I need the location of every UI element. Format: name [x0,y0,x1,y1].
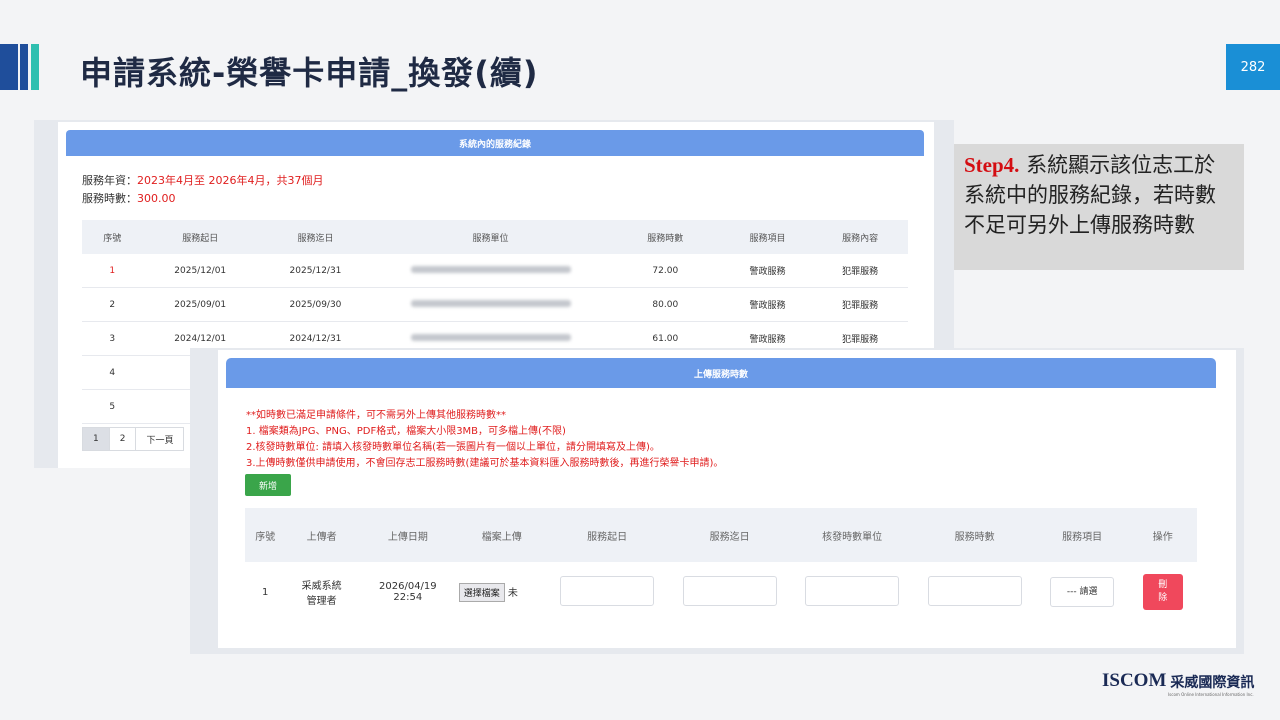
column-header: 服務單位 [373,220,609,254]
slide-title: 申請系統-榮譽卡申請_換發(續) [80,54,539,92]
service-years-value: 2023年4月至 2026年4月，共37個月 [137,174,324,187]
column-header: 服務迄日 [257,220,374,254]
service-years: 服務年資：2023年4月至 2026年4月，共37個月 [82,172,323,188]
cell-no: 2 [82,287,143,322]
column-header: 序號 [82,220,143,254]
pagination: 1 2 下一頁 [82,427,185,451]
page-number: 282 [1226,44,1280,90]
service-hours-input[interactable] [927,575,1022,606]
column-header: 服務迄日 [668,508,791,562]
cell-end: 2025/09/30 [257,287,374,322]
cell-no: 1 [262,586,269,598]
logo-name: 采威國際資訊 [1170,675,1255,691]
file-status: 未 [507,587,518,599]
upload-date: 2026/04/19 [379,581,437,592]
cell-end: 2025/12/31 [257,254,374,288]
column-header: 上傳者 [285,508,358,562]
add-button[interactable]: 新增 [245,474,291,496]
cell-content: 犯罪服務 [812,254,908,288]
issuing-unit-input[interactable] [805,575,900,606]
step-callout: Step4. 系統顯示該位志工於系統中的服務紀錄，若時數不足可另外上傳服務時數 [954,144,1244,270]
panel-header: 系統內的服務紀錄 [66,130,924,156]
choose-file-button[interactable]: 選擇檔案 [458,582,505,602]
service-hours-value: 300.00 [137,192,176,205]
table-header-row: 序號 上傳者 上傳日期 檔案上傳 服務起日 服務迄日 核發時數單位 服務時數 服… [245,508,1197,562]
upload-note: **如時數已滿足申請條件，可不需另外上傳其他服務時數** [246,410,506,421]
upload-note: 1. 檔案類為JPG、PNG、PDF格式，檔案大小限3MB，可多檔上傳(不限) [246,426,566,437]
column-header: 操作 [1128,508,1197,562]
cell-hours: 72.00 [608,254,723,288]
service-years-label: 服務年資： [82,174,137,187]
column-header: 檔案上傳 [457,508,546,562]
service-start-input[interactable] [560,575,655,606]
upload-time: 22:54 [393,592,423,603]
cell-no: 5 [82,389,143,424]
company-logo: ISCOM 采威國際資訊 Iscom Online International … [1102,670,1255,697]
column-header: 服務項目 [722,220,813,254]
blurred-text [410,333,571,341]
upload-hours-screenshot: 上傳服務時數 **如時數已滿足申請條件，可不需另外上傳其他服務時數** 1. 檔… [190,348,1244,654]
cell-no: 3 [82,321,143,356]
column-header: 服務起日 [545,508,669,562]
cell-content: 犯罪服務 [812,287,908,322]
header-accent-bar [31,44,39,90]
step-label: Step4. [964,153,1020,177]
upload-note: 3.上傳時數僅供申請使用，不會回存志工服務時數(建議可於基本資料匯入服務時數後，… [246,458,724,469]
table-row: 2 2025/09/01 2025/09/30 80.00 警政服務 犯罪服務 [82,287,908,322]
page-button[interactable]: 1 [82,427,110,451]
column-header: 服務項目 [1035,508,1129,562]
service-hours-label: 服務時數： [82,192,137,205]
blurred-text [410,265,571,273]
cell-no: 1 [82,254,143,288]
cell-date: 2026/04/19 22:54 [358,562,458,622]
panel-header: 上傳服務時數 [226,358,1216,388]
service-item-select[interactable]: --- 請選 [1050,577,1115,607]
delete-label: 刪除 [1158,580,1168,603]
header-accent-bar [0,44,18,90]
cell-start: 2025/12/01 [142,254,258,288]
uploader-line: 管理者 [306,596,337,607]
cell-no: 4 [82,355,143,390]
table-row: 1 采威系統 管理者 2026/04/19 22:54 選擇檔案 未 --- 請… [245,562,1197,622]
header-accent-bar [20,44,28,90]
column-header: 服務起日 [142,220,258,254]
delete-button[interactable]: 刪除 [1142,574,1183,610]
column-header: 上傳日期 [357,508,458,562]
column-header: 服務時數 [608,220,723,254]
cell-item: 警政服務 [722,287,813,322]
cell-hours: 80.00 [608,287,723,322]
cell-item: 警政服務 [722,254,813,288]
logo-subtitle: Iscom Online International Information I… [1168,692,1254,697]
page-button[interactable]: 2 [108,427,137,451]
cell-uploader: 采威系統 管理者 [285,562,358,622]
column-header: 核發時數單位 [790,508,914,562]
service-hours: 服務時數：300.00 [82,190,176,206]
upload-hours-panel: 上傳服務時數 **如時數已滿足申請條件，可不需另外上傳其他服務時數** 1. 檔… [218,350,1236,648]
cell-start: 2025/09/01 [142,287,258,322]
upload-table: 序號 上傳者 上傳日期 檔案上傳 服務起日 服務迄日 核發時數單位 服務時數 服… [245,508,1197,622]
column-header: 序號 [245,508,286,562]
blurred-text [410,299,571,307]
logo-brand: ISCOM [1102,670,1167,691]
column-header: 服務內容 [812,220,908,254]
cell-file: 選擇檔案 未 [458,562,546,622]
cell-unit-blurred [373,254,609,288]
upload-note: 2.核發時數單位: 請填入核發時數單位名稱(若一張圖片有一個以上單位，請分開填寫… [246,442,660,453]
uploader-line: 采威系統 [301,581,342,592]
table-row: 1 2025/12/01 2025/12/31 72.00 警政服務 犯罪服務 [82,254,908,288]
column-header: 服務時數 [913,508,1036,562]
cell-unit-blurred [373,287,609,322]
next-page-button[interactable]: 下一頁 [135,427,185,451]
table-header-row: 序號 服務起日 服務迄日 服務單位 服務時數 服務項目 服務內容 [82,220,908,254]
service-end-input[interactable] [682,575,777,606]
